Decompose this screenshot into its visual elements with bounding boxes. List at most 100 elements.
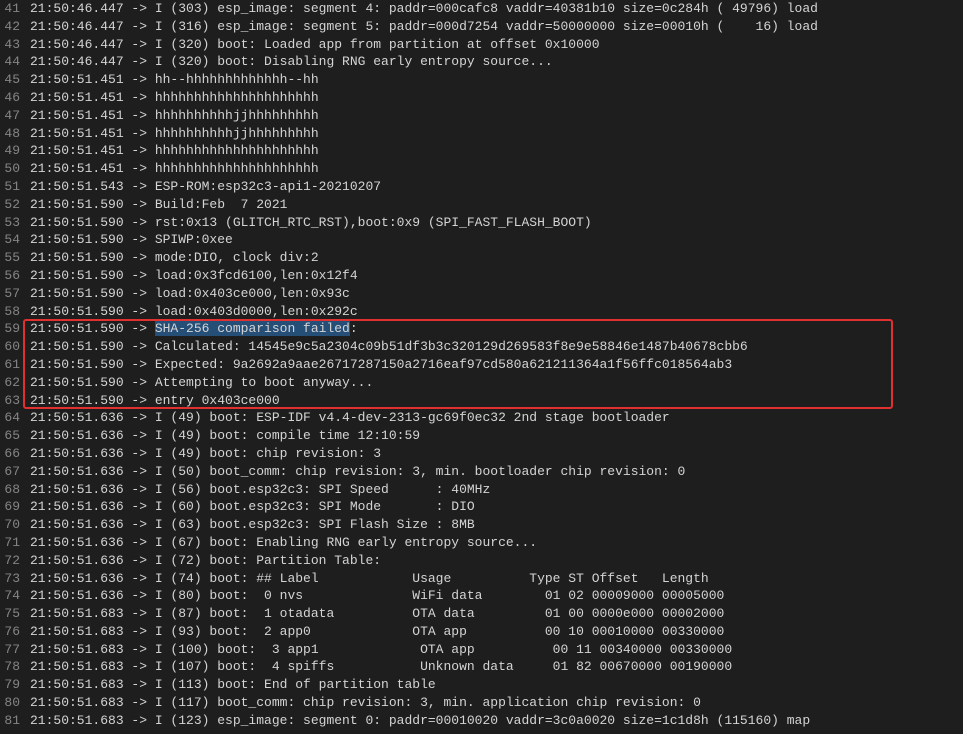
log-line[interactable]: 6221:50:51.590 -> Attempting to boot any… [0,374,963,392]
log-line[interactable]: 5921:50:51.590 -> SHA-256 comparison fai… [0,320,963,338]
log-line[interactable]: 4321:50:46.447 -> I (320) boot: Loaded a… [0,36,963,54]
line-content[interactable]: 21:50:51.590 -> Build:Feb 7 2021 [30,196,963,214]
line-content[interactable]: 21:50:51.451 -> hh--hhhhhhhhhhhhh--hh [30,71,963,89]
line-content[interactable]: 21:50:51.590 -> load:0x403ce000,len:0x93… [30,285,963,303]
log-line[interactable]: 5321:50:51.590 -> rst:0x13 (GLITCH_RTC_R… [0,214,963,232]
line-content[interactable]: 21:50:51.451 -> hhhhhhhhhhjjhhhhhhhhh [30,107,963,125]
line-content[interactable]: 21:50:51.590 -> SPIWP:0xee [30,231,963,249]
line-content[interactable]: 21:50:51.590 -> entry 0x403ce000 [30,392,963,410]
line-number: 58 [0,303,30,321]
line-content[interactable]: 21:50:51.636 -> I (49) boot: ESP-IDF v4.… [30,409,963,427]
line-content[interactable]: 21:50:46.447 -> I (303) esp_image: segme… [30,0,963,18]
log-line[interactable]: 5021:50:51.451 -> hhhhhhhhhhhhhhhhhhhhh [0,160,963,178]
line-content[interactable]: 21:50:51.636 -> I (60) boot.esp32c3: SPI… [30,498,963,516]
line-number: 54 [0,231,30,249]
line-number: 47 [0,107,30,125]
log-line[interactable]: 5221:50:51.590 -> Build:Feb 7 2021 [0,196,963,214]
log-line[interactable]: 7421:50:51.636 -> I (80) boot: 0 nvs WiF… [0,587,963,605]
line-content[interactable]: 21:50:51.683 -> I (100) boot: 3 app1 OTA… [30,641,963,659]
line-number: 75 [0,605,30,623]
line-number: 55 [0,249,30,267]
log-line[interactable]: 7821:50:51.683 -> I (107) boot: 4 spiffs… [0,658,963,676]
line-number: 52 [0,196,30,214]
line-content[interactable]: 21:50:51.636 -> I (49) boot: compile tim… [30,427,963,445]
log-line[interactable]: 4621:50:51.451 -> hhhhhhhhhhhhhhhhhhhhh [0,89,963,107]
log-line[interactable]: 7221:50:51.636 -> I (72) boot: Partition… [0,552,963,570]
line-content[interactable]: 21:50:51.590 -> Calculated: 14545e9c5a23… [30,338,963,356]
log-line[interactable]: 5821:50:51.590 -> load:0x403d0000,len:0x… [0,303,963,321]
line-number: 49 [0,142,30,160]
line-content[interactable]: 21:50:51.636 -> I (67) boot: Enabling RN… [30,534,963,552]
log-line[interactable]: 5721:50:51.590 -> load:0x403ce000,len:0x… [0,285,963,303]
log-line[interactable]: 8121:50:51.683 -> I (123) esp_image: seg… [0,712,963,730]
line-content[interactable]: 21:50:51.636 -> I (72) boot: Partition T… [30,552,963,570]
log-line[interactable]: 4421:50:46.447 -> I (320) boot: Disablin… [0,53,963,71]
log-line[interactable]: 4721:50:51.451 -> hhhhhhhhhhjjhhhhhhhhh [0,107,963,125]
log-line[interactable]: 6021:50:51.590 -> Calculated: 14545e9c5a… [0,338,963,356]
line-content[interactable]: 21:50:51.543 -> ESP-ROM:esp32c3-api1-202… [30,178,963,196]
log-line[interactable]: 6921:50:51.636 -> I (60) boot.esp32c3: S… [0,498,963,516]
line-content[interactable]: 21:50:51.590 -> SHA-256 comparison faile… [30,320,963,338]
log-line[interactable]: 5121:50:51.543 -> ESP-ROM:esp32c3-api1-2… [0,178,963,196]
log-line[interactable]: 5621:50:51.590 -> load:0x3fcd6100,len:0x… [0,267,963,285]
log-output: 4121:50:46.447 -> I (303) esp_image: seg… [0,0,963,730]
line-content[interactable]: 21:50:51.683 -> I (93) boot: 2 app0 OTA … [30,623,963,641]
line-number: 64 [0,409,30,427]
line-number: 67 [0,463,30,481]
line-content[interactable]: 21:50:51.636 -> I (49) boot: chip revisi… [30,445,963,463]
line-content[interactable]: 21:50:51.683 -> I (87) boot: 1 otadata O… [30,605,963,623]
line-content[interactable]: 21:50:51.451 -> hhhhhhhhhhjjhhhhhhhhh [30,125,963,143]
line-content[interactable]: 21:50:51.683 -> I (113) boot: End of par… [30,676,963,694]
log-line[interactable]: 4821:50:51.451 -> hhhhhhhhhhjjhhhhhhhhh [0,125,963,143]
line-number: 71 [0,534,30,552]
log-line[interactable]: 7721:50:51.683 -> I (100) boot: 3 app1 O… [0,641,963,659]
log-line[interactable]: 7321:50:51.636 -> I (74) boot: ## Label … [0,570,963,588]
line-number: 69 [0,498,30,516]
line-content[interactable]: 21:50:51.451 -> hhhhhhhhhhhhhhhhhhhhh [30,89,963,107]
log-line[interactable]: 6321:50:51.590 -> entry 0x403ce000 [0,392,963,410]
log-line[interactable]: 6421:50:51.636 -> I (49) boot: ESP-IDF v… [0,409,963,427]
line-content[interactable]: 21:50:51.636 -> I (74) boot: ## Label Us… [30,570,963,588]
log-line[interactable]: 4121:50:46.447 -> I (303) esp_image: seg… [0,0,963,18]
line-content[interactable]: 21:50:51.683 -> I (123) esp_image: segme… [30,712,963,730]
log-line[interactable]: 6521:50:51.636 -> I (49) boot: compile t… [0,427,963,445]
log-line[interactable]: 5421:50:51.590 -> SPIWP:0xee [0,231,963,249]
log-line[interactable]: 8021:50:51.683 -> I (117) boot_comm: chi… [0,694,963,712]
line-number: 66 [0,445,30,463]
line-number: 43 [0,36,30,54]
log-line[interactable]: 6121:50:51.590 -> Expected: 9a2692a9aae2… [0,356,963,374]
log-line[interactable]: 7921:50:51.683 -> I (113) boot: End of p… [0,676,963,694]
log-line[interactable]: 4921:50:51.451 -> hhhhhhhhhhhhhhhhhhhhh [0,142,963,160]
line-content[interactable]: 21:50:51.451 -> hhhhhhhhhhhhhhhhhhhhh [30,142,963,160]
line-content[interactable]: 21:50:51.590 -> rst:0x13 (GLITCH_RTC_RST… [30,214,963,232]
log-line[interactable]: 5521:50:51.590 -> mode:DIO, clock div:2 [0,249,963,267]
line-content[interactable]: 21:50:51.590 -> mode:DIO, clock div:2 [30,249,963,267]
line-content[interactable]: 21:50:51.590 -> load:0x3fcd6100,len:0x12… [30,267,963,285]
line-content[interactable]: 21:50:51.590 -> Attempting to boot anywa… [30,374,963,392]
line-content[interactable]: 21:50:51.451 -> hhhhhhhhhhhhhhhhhhhhh [30,160,963,178]
selected-text[interactable]: SHA-256 comparison failed [155,321,350,336]
line-content[interactable]: 21:50:51.636 -> I (50) boot_comm: chip r… [30,463,963,481]
log-line[interactable]: 6821:50:51.636 -> I (56) boot.esp32c3: S… [0,481,963,499]
line-content[interactable]: 21:50:51.683 -> I (117) boot_comm: chip … [30,694,963,712]
line-content[interactable]: 21:50:46.447 -> I (320) boot: Disabling … [30,53,963,71]
line-content[interactable]: 21:50:46.447 -> I (316) esp_image: segme… [30,18,963,36]
log-line[interactable]: 4221:50:46.447 -> I (316) esp_image: seg… [0,18,963,36]
line-content[interactable]: 21:50:51.590 -> load:0x403d0000,len:0x29… [30,303,963,321]
line-content[interactable]: 21:50:51.636 -> I (63) boot.esp32c3: SPI… [30,516,963,534]
line-content[interactable]: 21:50:46.447 -> I (320) boot: Loaded app… [30,36,963,54]
line-content[interactable]: 21:50:51.683 -> I (107) boot: 4 spiffs U… [30,658,963,676]
log-line[interactable]: 6621:50:51.636 -> I (49) boot: chip revi… [0,445,963,463]
line-number: 60 [0,338,30,356]
line-content[interactable]: 21:50:51.636 -> I (56) boot.esp32c3: SPI… [30,481,963,499]
log-line[interactable]: 6721:50:51.636 -> I (50) boot_comm: chip… [0,463,963,481]
line-number: 41 [0,0,30,18]
log-line[interactable]: 7521:50:51.683 -> I (87) boot: 1 otadata… [0,605,963,623]
line-content[interactable]: 21:50:51.590 -> Expected: 9a2692a9aae267… [30,356,963,374]
log-line[interactable]: 7621:50:51.683 -> I (93) boot: 2 app0 OT… [0,623,963,641]
log-line[interactable]: 7021:50:51.636 -> I (63) boot.esp32c3: S… [0,516,963,534]
log-line[interactable]: 7121:50:51.636 -> I (67) boot: Enabling … [0,534,963,552]
line-content[interactable]: 21:50:51.636 -> I (80) boot: 0 nvs WiFi … [30,587,963,605]
line-number: 63 [0,392,30,410]
log-line[interactable]: 4521:50:51.451 -> hh--hhhhhhhhhhhhh--hh [0,71,963,89]
